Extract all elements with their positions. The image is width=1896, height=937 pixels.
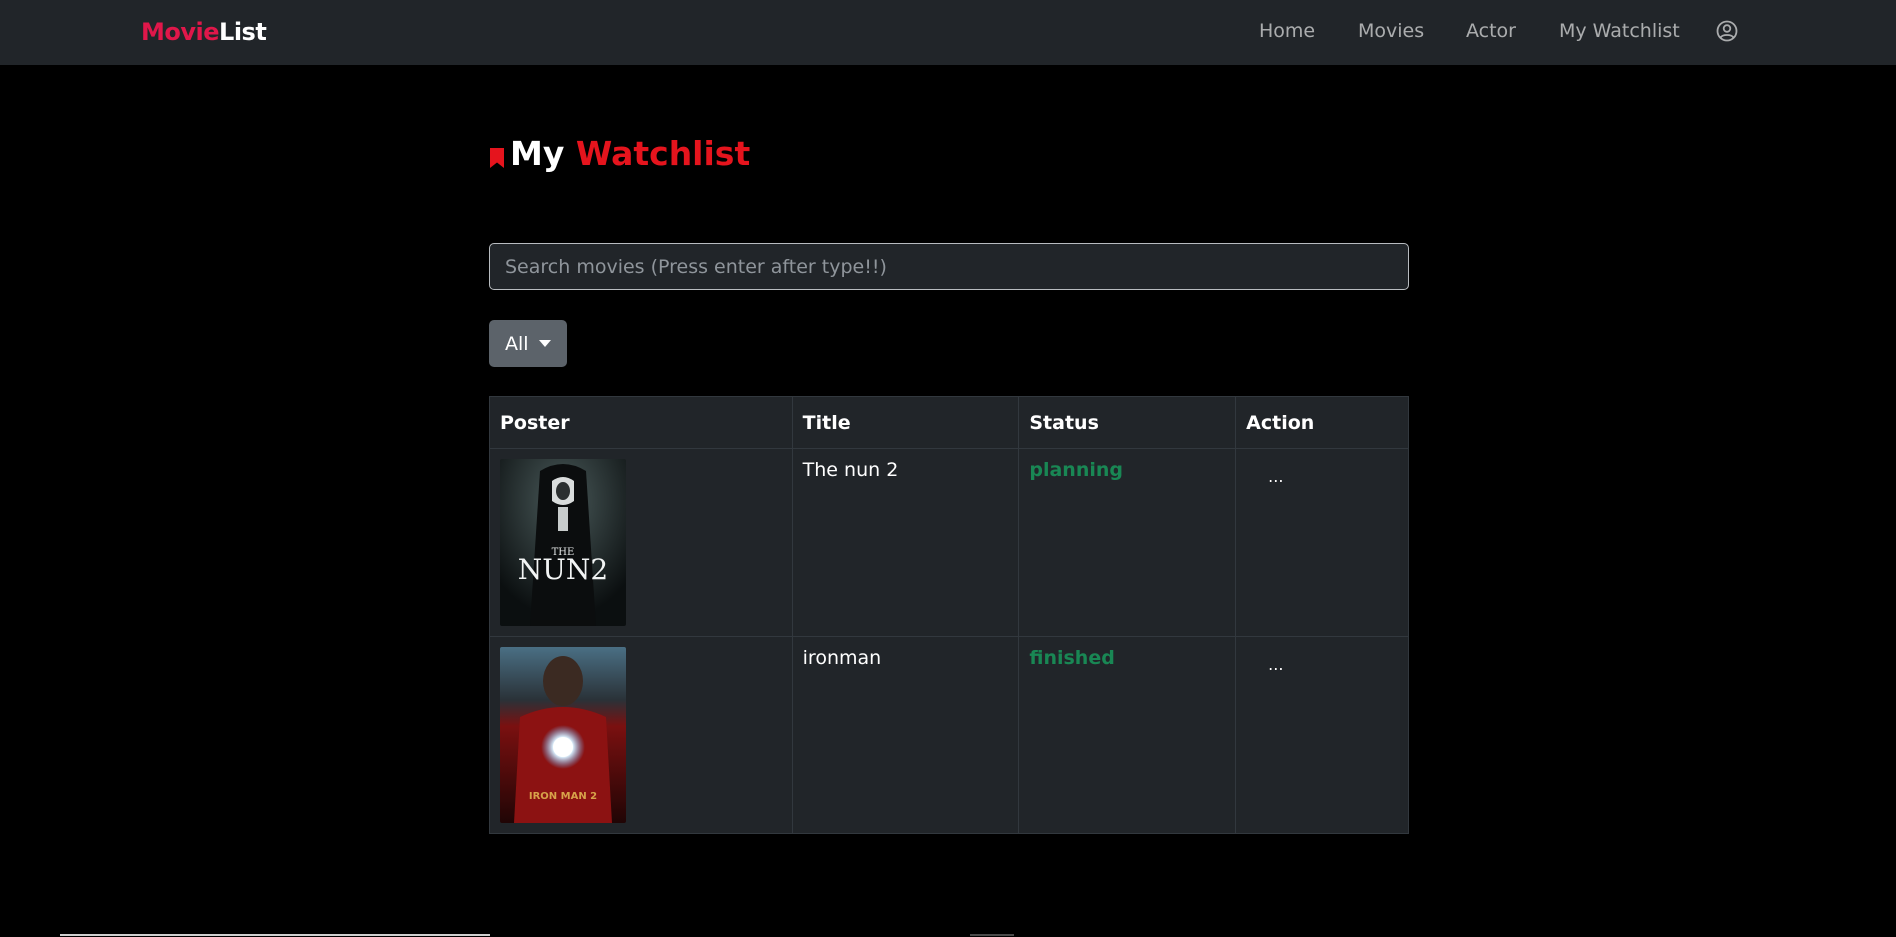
navbar: MovieList Home Movies Actor My Watchlist (0, 0, 1896, 65)
watchlist-table: Poster Title Status Action THE NUN2 The … (489, 396, 1409, 834)
bottom-divider-small (970, 934, 1014, 936)
status-badge: finished (1018, 636, 1237, 834)
action-cell: ... (1235, 636, 1409, 834)
header-poster: Poster (489, 396, 793, 449)
user-circle-icon[interactable] (1716, 20, 1738, 42)
table-header-row: Poster Title Status Action (489, 396, 1409, 449)
status-badge: planning (1018, 448, 1237, 637)
nav-home[interactable]: Home (1259, 20, 1315, 42)
caret-down-icon (539, 340, 551, 347)
nav-my-watchlist[interactable]: My Watchlist (1559, 20, 1680, 42)
search-input[interactable] (489, 243, 1409, 290)
page-title-watchlist: Watchlist (575, 134, 751, 173)
nav-actor[interactable]: Actor (1466, 20, 1516, 42)
bottom-divider (60, 934, 490, 936)
movie-poster[interactable]: THE NUN2 (500, 459, 626, 626)
movie-poster[interactable]: IRON MAN 2 (500, 647, 626, 823)
page-title: My Watchlist (489, 134, 750, 178)
header-action: Action (1235, 396, 1409, 449)
title-cell: The nun 2 (791, 448, 1020, 637)
poster-title-large: NUN2 (518, 553, 608, 586)
bookmark-icon (489, 138, 505, 168)
page-title-my: My (510, 134, 565, 173)
brand-part-movie: Movie (141, 18, 220, 46)
poster-title: IRON MAN 2 (529, 791, 597, 802)
header-title: Title (791, 396, 1020, 449)
table-row: THE NUN2 The nun 2 planning ... (489, 448, 1409, 637)
more-actions-button[interactable]: ... (1268, 467, 1283, 486)
header-status: Status (1018, 396, 1237, 449)
table-row: IRON MAN 2 ironman finished ... (489, 636, 1409, 834)
nav-movies[interactable]: Movies (1358, 20, 1424, 42)
filter-selected-label: All (505, 332, 529, 355)
title-cell: ironman (791, 636, 1020, 834)
poster-cell: THE NUN2 (489, 448, 793, 637)
brand-part-list: List (219, 18, 267, 46)
action-cell: ... (1235, 448, 1409, 637)
status-filter-dropdown[interactable]: All (489, 320, 567, 367)
brand-logo[interactable]: MovieList (141, 18, 267, 46)
poster-cell: IRON MAN 2 (489, 636, 793, 834)
more-actions-button[interactable]: ... (1268, 655, 1283, 674)
